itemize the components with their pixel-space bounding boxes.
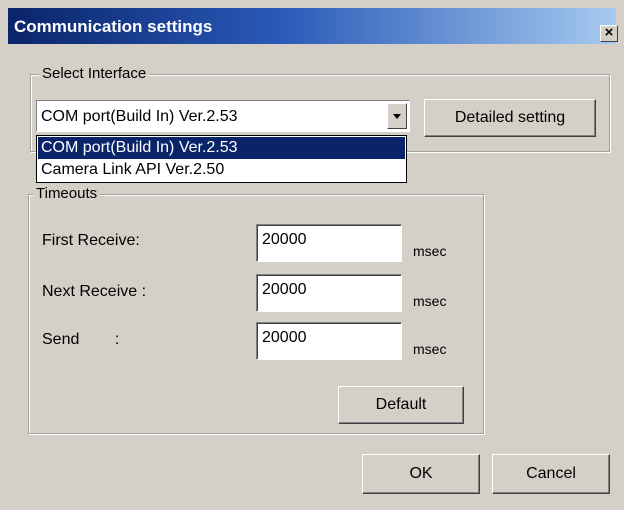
communication-settings-dialog: Communication settings × Select Interfac… [0, 0, 624, 510]
dropdown-option-camera-link[interactable]: Camera Link API Ver.2.50 [38, 159, 405, 181]
next-receive-unit: msec [413, 293, 447, 309]
cancel-button[interactable]: Cancel [492, 454, 610, 494]
timeouts-label: Timeouts [33, 185, 101, 202]
window-title: Communication settings [14, 17, 213, 36]
first-receive-unit: msec [413, 243, 447, 259]
send-input[interactable]: 20000 [256, 322, 402, 360]
chevron-down-icon[interactable] [387, 103, 407, 129]
interface-select[interactable]: COM port(Build In) Ver.2.53 [36, 100, 410, 132]
dropdown-option-com-port[interactable]: COM port(Build In) Ver.2.53 [38, 137, 405, 159]
send-unit: msec [413, 341, 447, 357]
select-interface-label: Select Interface [39, 65, 150, 82]
title-bar[interactable]: Communication settings × [8, 8, 618, 44]
next-receive-input[interactable]: 20000 [256, 274, 402, 312]
default-button[interactable]: Default [338, 386, 464, 424]
interface-select-value: COM port(Build In) Ver.2.53 [41, 108, 238, 125]
first-receive-label: First Receive: [42, 232, 140, 249]
interface-dropdown-list: COM port(Build In) Ver.2.53 Camera Link … [36, 135, 407, 183]
close-button[interactable]: × [600, 25, 618, 42]
first-receive-input[interactable]: 20000 [256, 224, 402, 262]
close-icon: × [604, 24, 614, 41]
ok-button[interactable]: OK [362, 454, 480, 494]
dialog-body: Select Interface COM port(Build In) Ver.… [8, 44, 616, 502]
detailed-setting-button[interactable]: Detailed setting [424, 99, 596, 137]
send-label: Send : [42, 331, 120, 348]
next-receive-label: Next Receive : [42, 283, 147, 300]
